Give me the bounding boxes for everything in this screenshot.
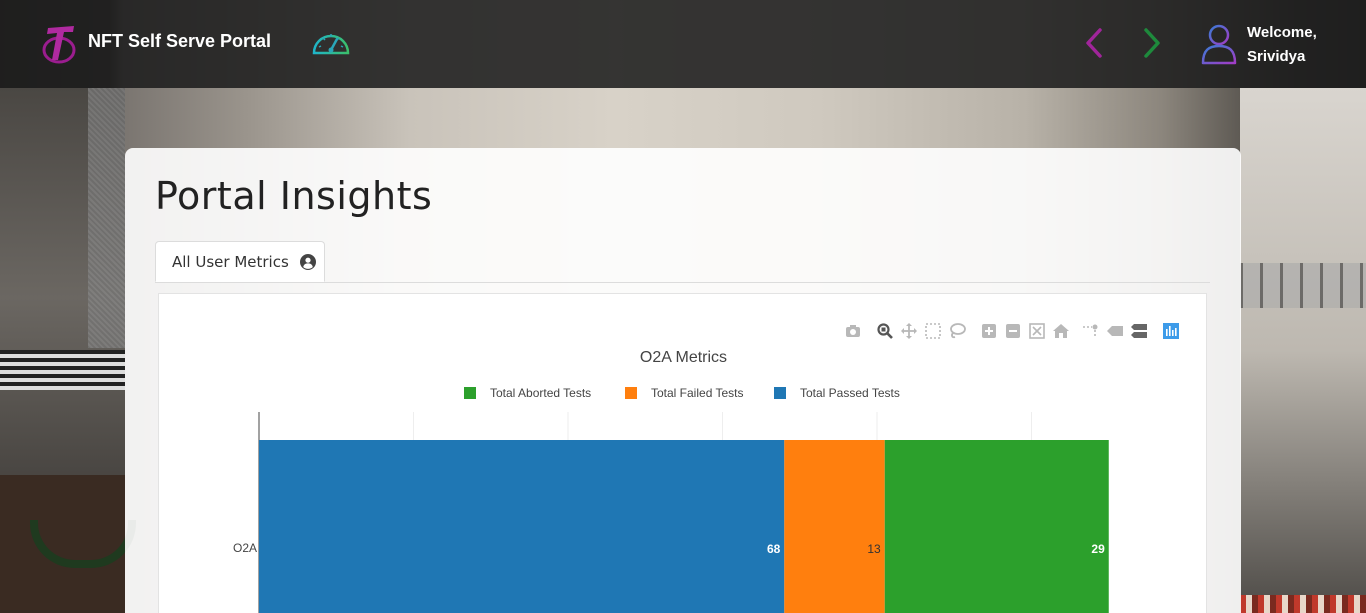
bar-total-passed-tests[interactable]: [259, 440, 785, 613]
bar-value-label: 13: [867, 542, 881, 556]
lasso-select-icon[interactable]: [948, 322, 966, 340]
legend-swatch-failed: [625, 387, 637, 399]
welcome-message: Welcome, Srividya: [1247, 21, 1317, 69]
welcome-label: Welcome,: [1247, 24, 1317, 41]
insights-card: Portal Insights All User Metrics O2A Met: [125, 148, 1241, 613]
reset-axes-icon[interactable]: [1052, 322, 1070, 340]
background-right-wall: [1240, 88, 1366, 613]
spike-lines-icon[interactable]: [1082, 322, 1100, 340]
legend-swatch-passed: [774, 387, 786, 399]
tab-divider: [155, 282, 1210, 283]
zoom-icon[interactable]: [876, 322, 894, 340]
hover-compare-icon[interactable]: [1130, 322, 1148, 340]
bar-total-failed-tests[interactable]: [784, 440, 885, 613]
back-arrow-icon[interactable]: [1080, 26, 1108, 60]
legend-label-passed: Total Passed Tests: [800, 386, 900, 400]
bar-value-label: 29: [1091, 542, 1105, 556]
user-circle-icon: [299, 254, 316, 270]
background-window: [0, 350, 125, 390]
y-tick-label: O2A: [233, 541, 257, 555]
legend-label-aborted: Total Aborted Tests: [490, 386, 592, 400]
chart-title: O2A Metrics: [639, 349, 728, 366]
legend-label-failed: Total Failed Tests: [651, 386, 744, 400]
app-title[interactable]: NFT Self Serve Portal: [88, 31, 271, 52]
pan-icon[interactable]: [900, 322, 918, 340]
chart-plot[interactable]: O2A 68 13 29: [159, 404, 1208, 613]
camera-icon[interactable]: [844, 322, 862, 340]
forward-arrow-icon[interactable]: [1138, 26, 1166, 60]
tab-label: All User Metrics: [172, 253, 289, 271]
user-name: Srividya: [1247, 48, 1306, 65]
dashboard-gauge-icon[interactable]: [310, 27, 352, 59]
bar-total-aborted-tests[interactable]: [884, 440, 1109, 613]
chart-panel: O2A Metrics Total Aborted Tests Total Fa…: [158, 293, 1207, 613]
tab-all-user-metrics[interactable]: All User Metrics: [155, 241, 325, 282]
plotly-logo-icon[interactable]: [1162, 322, 1180, 340]
user-profile-icon[interactable]: [1200, 22, 1238, 66]
zoom-in-icon[interactable]: [980, 322, 998, 340]
autoscale-icon[interactable]: [1028, 322, 1046, 340]
hover-closest-icon[interactable]: [1106, 322, 1124, 340]
top-navbar: NFT Self Serve Portal Welcome, Srividya: [0, 0, 1366, 88]
box-select-icon[interactable]: [924, 322, 942, 340]
legend-swatch-aborted: [464, 387, 476, 399]
background-shop: [0, 475, 136, 613]
telstra-logo-icon[interactable]: [42, 22, 78, 64]
bar-value-label: 68: [767, 542, 781, 556]
zoom-out-icon[interactable]: [1004, 322, 1022, 340]
page-title: Portal Insights: [155, 174, 433, 218]
